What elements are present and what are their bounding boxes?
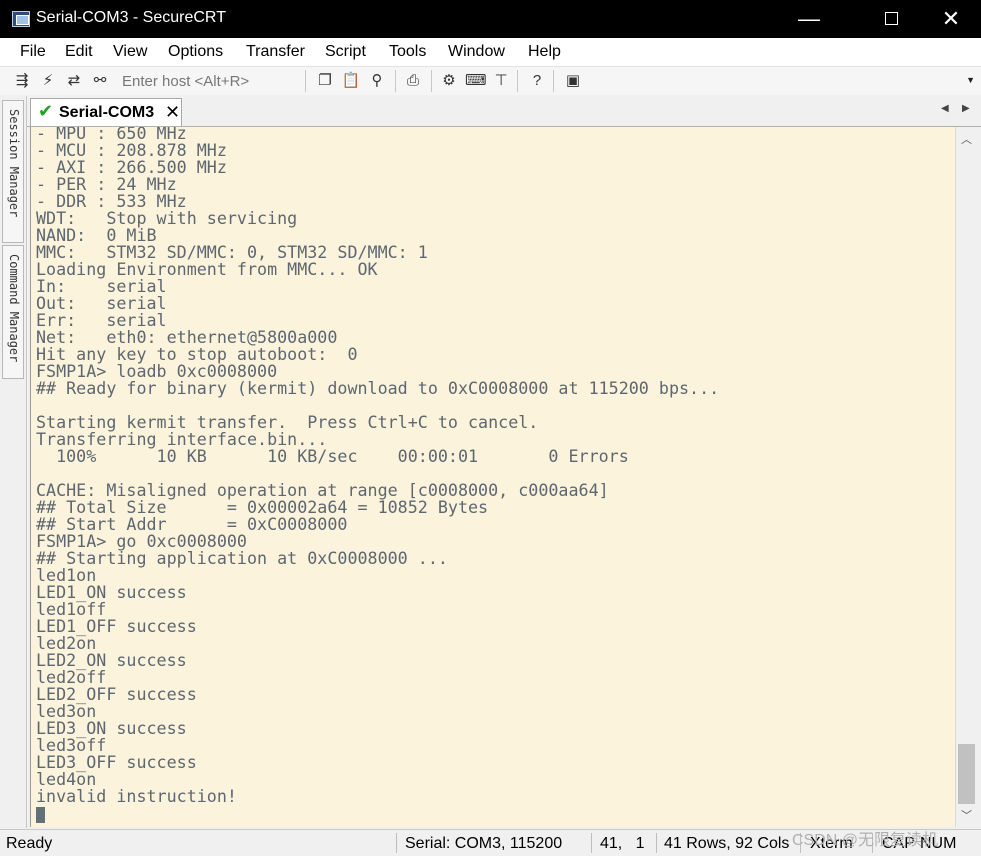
screen-icon[interactable]: ▣ [563,71,583,91]
status-cursor-position: 41, 1 [600,835,645,852]
maximize-icon [884,11,898,25]
status-divider [396,833,397,853]
sftp-icon[interactable]: ⊤ [491,71,511,91]
status-connection: Serial: COM3, 115200 [405,835,563,852]
tab-label: Serial-COM3 [59,104,155,121]
session-tab-row: ✔ Serial-COM3 ✕ ◀ ▶ [27,96,981,127]
terminal-line: LED3_OFF success [36,752,197,772]
toolbar-separator [305,70,306,92]
watermark-text: CSDN @无限复读机 [792,832,939,849]
terminal-line: LED1_ON success [36,582,187,602]
status-ready: Ready [6,835,53,852]
tab-close-icon[interactable]: ✕ [165,102,180,123]
terminal-line: LED1_OFF success [36,616,197,636]
terminal-line: LED3_ON success [36,718,187,738]
menu-transfer[interactable]: Transfer [246,43,305,61]
vertical-scrollbar[interactable]: ︿ ﹀ [955,127,978,827]
terminal-line: ## Starting application at 0xC0008000 ..… [36,548,448,568]
toolbar-separator [517,70,518,92]
terminal-line: invalid instruction! [36,786,237,806]
menu-file[interactable]: File [20,43,46,61]
minimize-button[interactable]: — [780,0,838,38]
menu-script[interactable]: Script [325,43,366,61]
terminal-line: 100% 10 KB 10 KB/sec 00:00:01 0 Errors [36,446,629,466]
copy-icon[interactable]: ❐ [315,71,335,91]
session-manager-tab[interactable]: Session Manager [2,100,24,243]
close-window-button[interactable]: ✕ [922,0,980,38]
connected-check-icon: ✔ [38,101,54,121]
reconnect-icon[interactable]: ⇄ [64,71,84,91]
scrollbar-thumb[interactable] [958,744,975,804]
paste-icon[interactable]: 📋 [341,71,361,91]
menu-help[interactable]: Help [528,43,561,61]
menu-window[interactable]: Window [448,43,505,61]
command-manager-tab[interactable]: Command Manager [2,245,24,379]
toolbar-overflow-icon[interactable]: ▼ [966,75,975,85]
menu-edit[interactable]: Edit [65,43,93,61]
tab-scroll-left-icon[interactable]: ◀ [941,103,949,114]
connect-icon[interactable]: ⇶ [12,71,32,91]
status-divider [591,833,592,853]
toolbar: ⇶ ⚡ ⇄ ⚯ ❐ 📋 ⚲ ⎙ ⚙ ⌨ ⊤ ? ▣ ▼ [0,67,981,95]
maximize-button[interactable] [862,0,920,38]
terminal-text: - MPU : 650 MHz - MCU : 208.878 MHz - AXI … [36,127,719,805]
terminal-cursor [36,807,45,823]
tab-serial-com3[interactable]: ✔ Serial-COM3 ✕ [30,98,182,126]
side-rail: Session Manager Command Manager [0,96,27,828]
lightning-icon[interactable]: ⚡ [38,71,58,91]
menu-tools[interactable]: Tools [389,43,426,61]
command-manager-label: Command Manager [7,254,21,363]
status-terminal-size: 41 Rows, 92 Cols [664,835,790,852]
toolbar-separator [431,70,432,92]
session-manager-label: Session Manager [7,109,21,218]
status-divider [656,833,657,853]
toolbar-separator [553,70,554,92]
settings-icon[interactable]: ⚙ [439,71,459,91]
menu-view[interactable]: View [113,43,147,61]
minimize-icon: — [798,6,820,31]
disconnect-icon[interactable]: ⚯ [90,71,110,91]
securecrt-app-icon[interactable] [12,11,30,27]
title-bar: Serial-COM3 - SecureCRT — ✕ [0,0,981,38]
terminal-output[interactable]: - MPU : 650 MHz - MCU : 208.878 MHz - AXI … [30,127,956,827]
find-icon[interactable]: ⚲ [367,71,387,91]
tab-scroll-right-icon[interactable]: ▶ [962,103,970,114]
window-title: Serial-COM3 - SecureCRT [36,9,226,26]
terminal-line: LED2_OFF success [36,684,197,704]
menu-bar: File Edit View Options Transfer Script T… [0,38,981,67]
toolbar-separator [395,70,396,92]
scroll-down-icon[interactable]: ﹀ [961,807,972,823]
terminal-line: LED2_ON success [36,650,187,670]
print-icon[interactable]: ⎙ [403,71,423,91]
terminal-line: ## Ready for binary (kermit) download to… [36,378,720,398]
menu-options[interactable]: Options [168,43,223,61]
scroll-up-icon[interactable]: ︿ [961,131,972,147]
help-icon[interactable]: ? [527,71,547,91]
host-input[interactable] [118,70,310,92]
close-icon: ✕ [941,6,961,31]
keymap-icon[interactable]: ⌨ [465,71,487,91]
